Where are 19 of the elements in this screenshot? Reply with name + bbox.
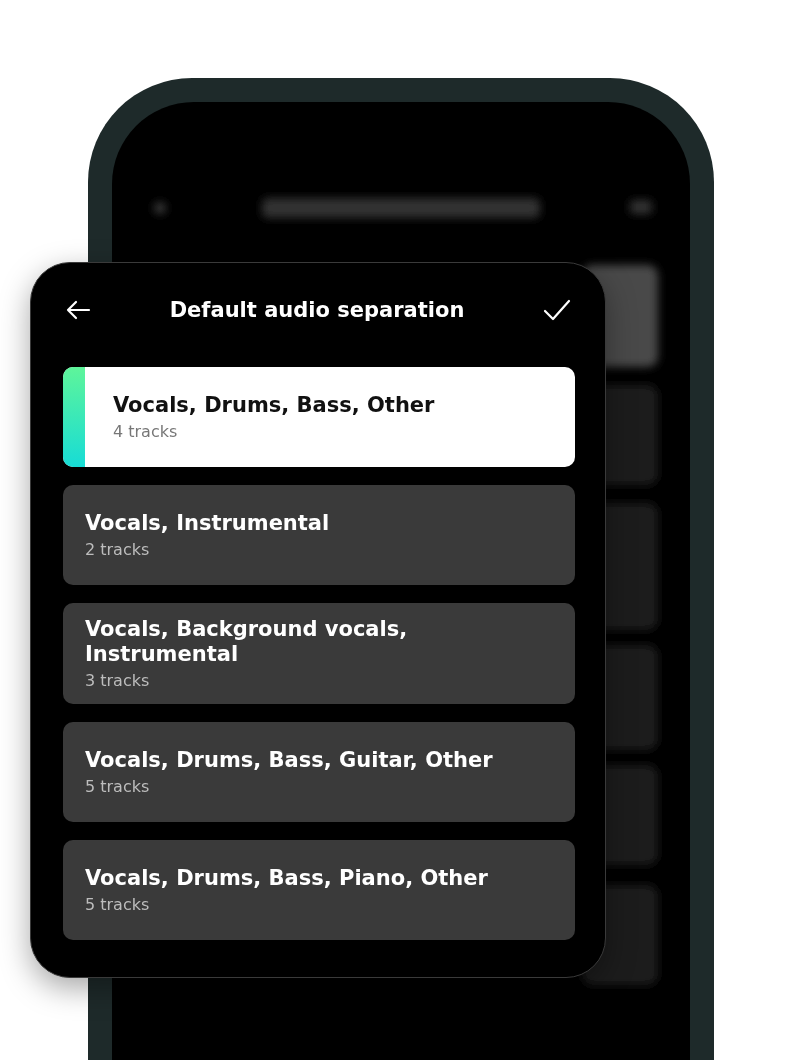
track-count: 2 tracks <box>85 540 151 560</box>
option-card[interactable]: Vocals, Drums, Bass, Guitar, Other 5 tracks <box>63 722 575 823</box>
option-card[interactable]: Vocals, Instrumental 2 tracks <box>63 485 575 585</box>
track-count: 3 tracks <box>85 671 151 691</box>
option-card[interactable]: Vocals, Background vocals, Instrumental 3 tracks <box>63 603 575 705</box>
option-title: Vocals, Drums, Bass, Other <box>113 392 435 419</box>
track-count: 5 tracks <box>85 895 151 915</box>
option-title: Vocals, Instrumental <box>85 510 330 537</box>
option-card[interactable]: Vocals, Drums, Bass, Piano, Other 5 tracks <box>63 840 575 941</box>
dialog-title: Default audio separation <box>169 298 465 322</box>
option-title: Vocals, Background vocals, Instrumental <box>85 617 409 668</box>
track-count: 5 tracks <box>85 777 151 797</box>
confirm-button[interactable] <box>541 297 573 323</box>
option-title: Vocals, Drums, Bass, Guitar, Other <box>85 748 493 774</box>
checkmark-icon <box>543 299 571 321</box>
option-title: Vocals, Drums, Bass, Piano, Other <box>85 866 488 892</box>
option-card[interactable]: Vocals, Drums, Bass, Other 4 tracks <box>63 367 575 467</box>
track-count: 4 tracks <box>113 422 179 442</box>
back-arrow-icon <box>65 300 91 320</box>
